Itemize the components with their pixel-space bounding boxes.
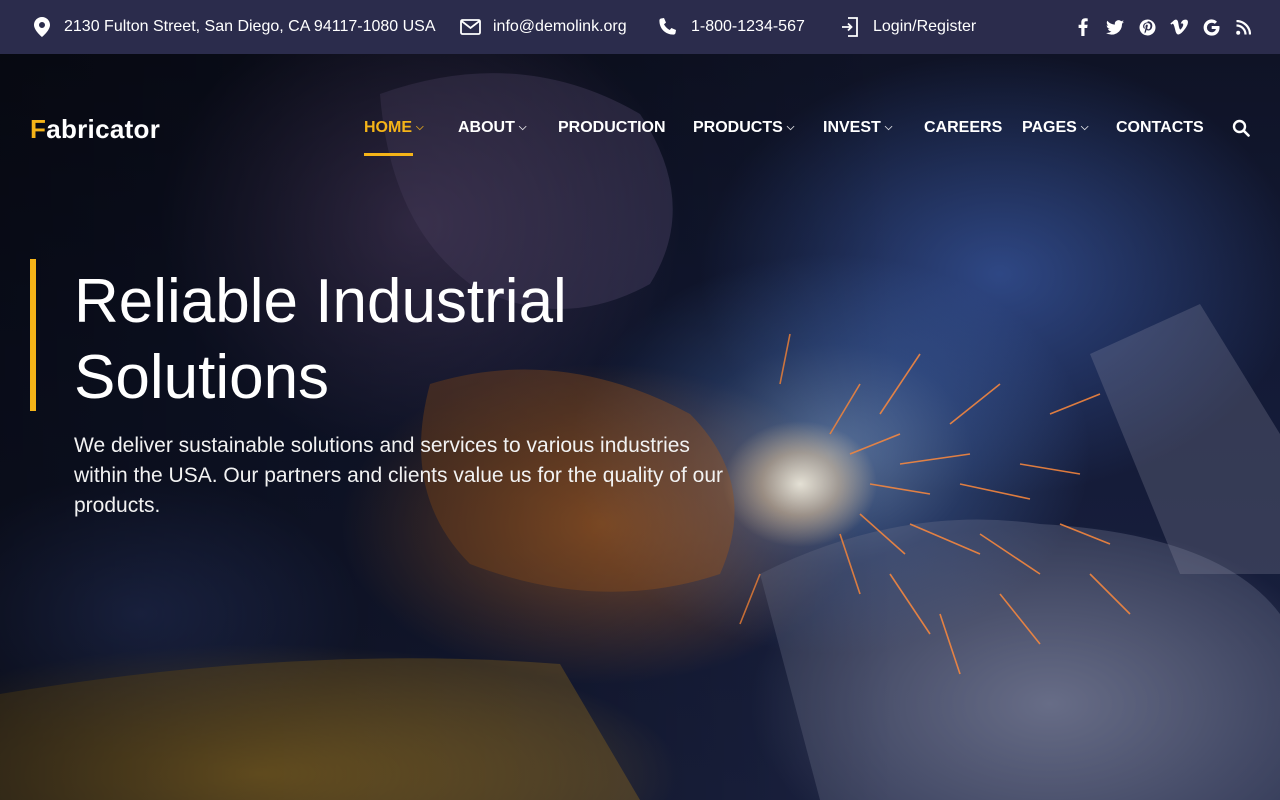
hero-background-image	[0, 54, 1280, 800]
nav-item-label: CONTACTS	[1116, 119, 1204, 136]
nav-item-label: INVEST	[823, 119, 881, 136]
nav-item-products[interactable]: PRODUCTS ⌵	[693, 112, 794, 156]
nav-item-pages[interactable]: PAGES ⌵	[1022, 112, 1088, 156]
chevron-down-icon: ⌵	[1080, 122, 1089, 133]
envelope-icon	[460, 19, 481, 35]
nav-item-label: HOME	[364, 119, 412, 136]
chevron-down-icon: ⌵	[416, 122, 424, 133]
email-link[interactable]: info@demolink.org	[493, 18, 627, 36]
logo-accent-letter: F	[30, 114, 47, 144]
address-item: 2130 Fulton Street, San Diego, CA 94117-…	[34, 0, 436, 54]
chevron-down-icon: ⌵	[884, 122, 893, 133]
nav-item-contacts[interactable]: CONTACTS	[1116, 112, 1204, 156]
google-icon[interactable]	[1202, 18, 1220, 36]
phone-icon	[657, 17, 677, 37]
nav-item-label: PRODUCTION	[558, 119, 666, 136]
facebook-icon[interactable]	[1074, 18, 1092, 36]
chevron-down-icon: ⌵	[786, 122, 795, 133]
logo-text: abricator	[46, 114, 161, 144]
hero-accent-bar	[30, 259, 36, 411]
nav-item-label: CAREERS	[924, 119, 1003, 136]
top-info-bar: 2130 Fulton Street, San Diego, CA 94117-…	[0, 0, 1280, 54]
nav-item-label: PRODUCTS	[693, 119, 783, 136]
map-pin-icon	[34, 17, 50, 37]
address-text: 2130 Fulton Street, San Diego, CA 94117-…	[64, 18, 436, 35]
phone-link[interactable]: 1-800-1234-567	[691, 18, 805, 36]
login-register-link[interactable]: Login/Register	[873, 18, 976, 36]
login-item[interactable]: Login/Register	[841, 0, 976, 54]
nav-item-label: PAGES	[1022, 119, 1077, 136]
nav-item-about[interactable]: ABOUT ⌵	[458, 112, 526, 156]
hero-subtitle: We deliver sustainable solutions and ser…	[74, 434, 724, 517]
pinterest-icon[interactable]	[1138, 18, 1156, 36]
nav-item-careers[interactable]: CAREERS	[924, 112, 1002, 156]
email-item[interactable]: info@demolink.org	[460, 0, 627, 54]
nav-item-production[interactable]: PRODUCTION	[558, 112, 666, 156]
search-icon[interactable]	[1232, 119, 1250, 137]
social-links	[1074, 0, 1252, 54]
site-logo[interactable]: Fabricator	[30, 114, 160, 145]
rss-icon[interactable]	[1234, 18, 1252, 36]
nav-item-home[interactable]: HOME ⌵	[364, 112, 424, 156]
chevron-down-icon: ⌵	[518, 122, 527, 133]
vimeo-icon[interactable]	[1170, 18, 1188, 36]
phone-item[interactable]: 1-800-1234-567	[657, 0, 805, 54]
twitter-icon[interactable]	[1106, 18, 1124, 36]
hero-overlay	[0, 54, 1280, 800]
nav-item-invest[interactable]: INVEST ⌵	[823, 112, 892, 156]
nav-item-label: ABOUT	[458, 119, 515, 136]
login-icon	[841, 17, 859, 37]
hero-title: Reliable Industrial Solutions	[74, 267, 567, 412]
